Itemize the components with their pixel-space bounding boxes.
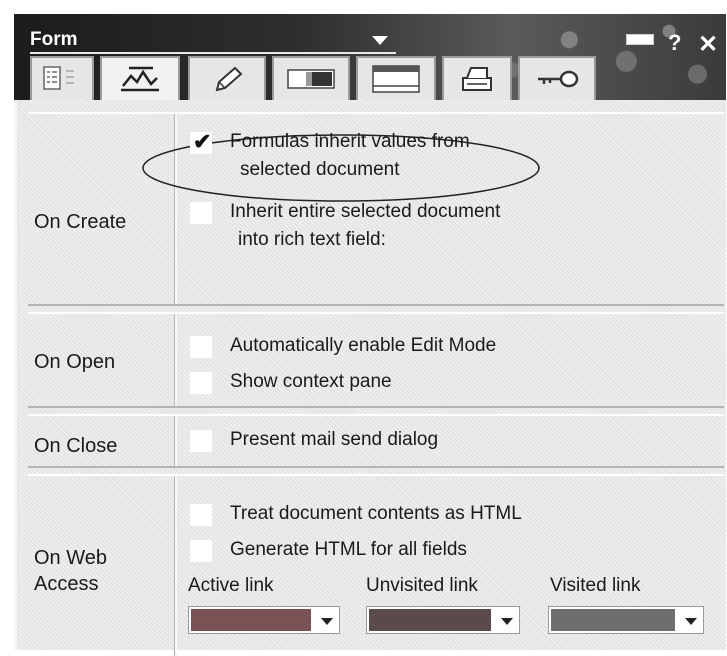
- color-swatch: [551, 609, 675, 631]
- section-divider: [174, 114, 177, 304]
- chevron-down-icon[interactable]: [685, 618, 697, 625]
- section-label-on-create: On Create: [34, 211, 127, 233]
- background-tab-icon: [287, 69, 335, 89]
- checkbox-treat-as-html[interactable]: [190, 504, 212, 526]
- checkbox-formulas-inherit[interactable]: ✔: [190, 129, 212, 154]
- visited-link-label: Visited link: [550, 575, 641, 596]
- tab-info[interactable]: [30, 56, 94, 100]
- section-divider: [174, 314, 177, 406]
- option-auto-edit-mode[interactable]: Automatically enable Edit Mode: [190, 334, 710, 362]
- launch-tab-icon: [121, 66, 159, 92]
- tab-launch[interactable]: [100, 56, 180, 100]
- section-label-access: Access: [34, 573, 99, 595]
- option-label: Formulas inherit values from: [230, 131, 470, 152]
- checkbox-mail-send-dialog[interactable]: [190, 430, 212, 452]
- visited-link-color-picker[interactable]: [548, 606, 704, 634]
- option-label: Automatically enable Edit Mode: [230, 335, 497, 356]
- close-icon[interactable]: ✕: [698, 30, 718, 59]
- print-tab-icon: [462, 67, 492, 91]
- checkbox-generate-html[interactable]: [190, 540, 212, 562]
- option-label-continued: into rich text field:: [238, 229, 386, 250]
- option-inherit-entire-document[interactable]: Inherit entire selected document into ri…: [190, 200, 710, 250]
- help-icon[interactable]: ?: [668, 30, 681, 56]
- info-tab-icon: [43, 66, 74, 90]
- option-label-continued: selected document: [240, 159, 400, 180]
- checkbox-show-context-pane[interactable]: [190, 372, 212, 394]
- option-label: Treat document contents as HTML: [230, 503, 522, 524]
- section-label-on-web: On Web: [34, 547, 107, 569]
- key-tab-icon: [538, 70, 579, 88]
- tab-print[interactable]: [442, 56, 512, 100]
- tab-pen[interactable]: [188, 56, 266, 100]
- option-label: Generate HTML for all fields: [230, 539, 467, 560]
- section-on-web-access: On Web Access Treat document contents as…: [28, 474, 724, 656]
- chevron-down-icon[interactable]: [321, 618, 333, 625]
- unvisited-link-label: Unvisited link: [366, 575, 478, 596]
- tab-security[interactable]: [518, 56, 596, 100]
- section-on-create: On Create ✔ Formulas inherit values from…: [28, 112, 724, 306]
- section-divider: [174, 416, 177, 466]
- chevron-down-icon[interactable]: [372, 36, 388, 45]
- color-swatch: [191, 609, 311, 631]
- pen-tab-icon: [215, 66, 243, 92]
- color-swatch: [369, 609, 491, 631]
- checkmark-icon: ✔: [193, 129, 212, 154]
- option-generate-html[interactable]: Generate HTML for all fields: [190, 538, 710, 566]
- checkbox-inherit-entire-document[interactable]: [190, 202, 212, 224]
- properties-type-dropdown[interactable]: Form: [30, 28, 396, 54]
- option-formulas-inherit[interactable]: ✔ Formulas inherit values from selected …: [190, 129, 710, 180]
- active-link-color-picker[interactable]: [188, 606, 340, 634]
- properties-panel: On Create ✔ Formulas inherit values from…: [14, 100, 726, 656]
- section-on-open: On Open Automatically enable Edit Mode S…: [28, 312, 724, 408]
- option-label: Show context pane: [230, 371, 392, 392]
- checkbox-auto-edit-mode[interactable]: [190, 336, 212, 358]
- option-show-context-pane[interactable]: Show context pane: [190, 370, 710, 398]
- header-footer-tab-icon: [372, 65, 420, 93]
- option-label: Inherit entire selected document: [230, 201, 501, 222]
- tab-background[interactable]: [272, 56, 350, 100]
- tab-header-footer[interactable]: [356, 56, 436, 100]
- section-label-on-close: On Close: [34, 435, 118, 457]
- unvisited-link-color-picker[interactable]: [366, 606, 520, 634]
- active-link-label: Active link: [188, 575, 274, 596]
- option-mail-send-dialog[interactable]: Present mail send dialog: [190, 428, 710, 456]
- properties-type-label: Form: [30, 29, 78, 50]
- option-label: Present mail send dialog: [230, 429, 439, 450]
- minimize-icon[interactable]: [626, 34, 654, 45]
- section-divider: [174, 476, 177, 656]
- option-treat-as-html[interactable]: Treat document contents as HTML: [190, 502, 710, 530]
- section-label-on-open: On Open: [34, 351, 116, 373]
- section-on-close: On Close Present mail send dialog: [28, 414, 724, 468]
- chevron-down-icon[interactable]: [501, 618, 513, 625]
